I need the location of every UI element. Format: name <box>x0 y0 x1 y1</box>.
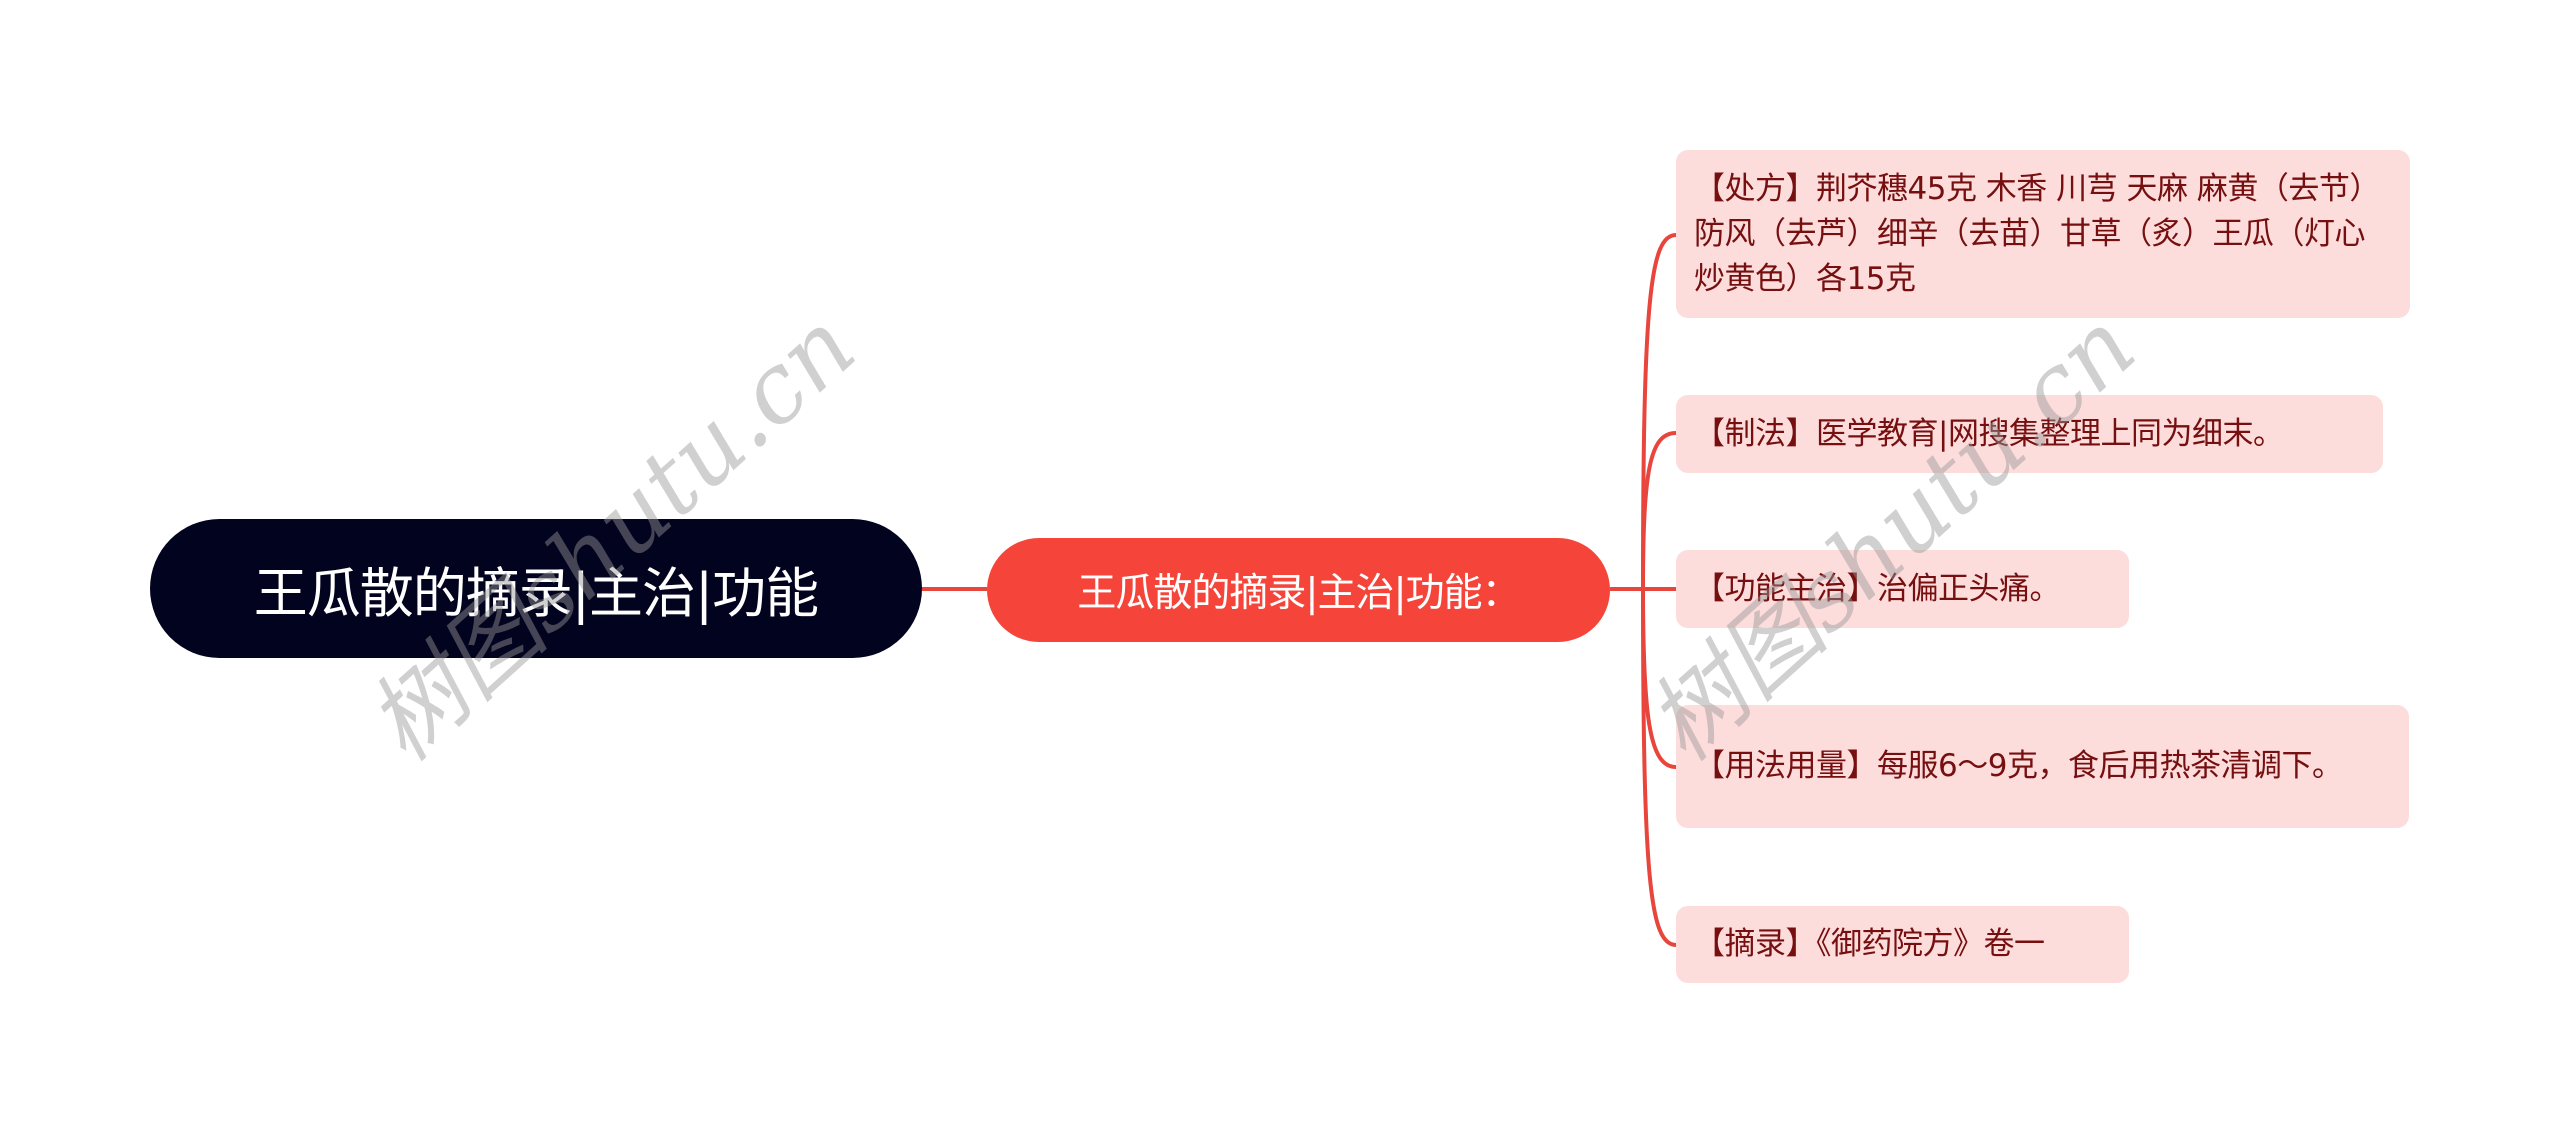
main-branch-label: 王瓜散的摘录|主治|功能： <box>1077 571 1520 616</box>
main-branch-topic[interactable]: 王瓜散的摘录|主治|功能： <box>987 538 1610 642</box>
leaf-connector-0 <box>1641 233 1677 590</box>
leaf-label: 【制法】医学教育|网搜集整理上同为细末。 <box>1694 415 2284 452</box>
leaf-topic-prescription[interactable]: 【处方】荆芥穗45克 木香 川芎 天麻 麻黄（去节）防风（去芦）细辛（去苗）甘草… <box>1676 150 2410 318</box>
root-topic[interactable]: 王瓜散的摘录|主治|功能 <box>150 519 922 658</box>
leaf-topic-preparation[interactable]: 【制法】医学教育|网搜集整理上同为细末。 <box>1676 395 2383 473</box>
leaf-label: 【处方】荆芥穗45克 木香 川芎 天麻 麻黄（去节）防风（去芦）细辛（去苗）甘草… <box>1694 170 2380 297</box>
leaf-connector-3 <box>1641 588 1677 769</box>
leaf-connector-1 <box>1641 431 1677 590</box>
leaf-label: 【用法用量】每服6～9克，食后用热茶清调下。 <box>1694 748 2343 784</box>
root-topic-label: 王瓜散的摘录|主治|功能 <box>253 562 819 625</box>
leaf-topic-dosage[interactable]: 【用法用量】每服6～9克，食后用热茶清调下。 <box>1676 705 2409 828</box>
leaf-topic-source[interactable]: 【摘录】《御药院方》卷一 <box>1676 906 2129 983</box>
leaf-label: 【摘录】《御药院方》卷一 <box>1694 926 2045 962</box>
leaf-label: 【功能主治】治偏正头痛。 <box>1694 570 2061 607</box>
leaf-topic-indications[interactable]: 【功能主治】治偏正头痛。 <box>1676 550 2129 628</box>
